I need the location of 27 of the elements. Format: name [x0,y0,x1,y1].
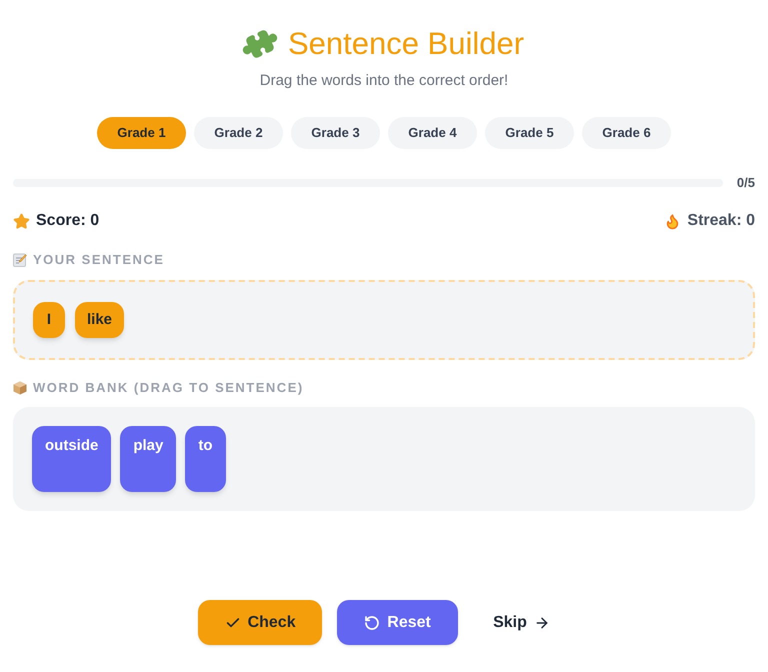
reset-button[interactable]: Reset [337,600,458,645]
grade-tab[interactable]: Grade 2 [194,117,283,149]
sentence-drop-zone[interactable]: I like [13,280,755,360]
grade-tab[interactable]: Grade 6 [582,117,671,149]
star-icon [13,212,30,230]
word-tile[interactable]: outside [32,426,112,492]
word-tile[interactable]: to [185,426,226,492]
reset-icon [364,614,380,630]
word-chip[interactable]: like [75,302,124,338]
word-chip[interactable]: I [33,302,65,338]
app-title: Sentence Builder [288,26,524,62]
grade-tab[interactable]: Grade 1 [97,117,186,149]
memo-icon [13,253,27,267]
check-button[interactable]: Check [198,600,322,645]
streak-text: Streak: 0 [687,211,755,231]
score-text: Score: 0 [36,211,100,231]
grade-tab[interactable]: Grade 3 [291,117,380,149]
grade-tab[interactable]: Grade 5 [485,117,574,149]
section-label: YOUR SENTENCE [33,251,164,270]
arrow-right-icon [534,614,550,630]
word-tile[interactable]: play [120,426,176,492]
subtitle: Drag the words into the correct order! [258,71,510,91]
grade-tab[interactable]: Grade 4 [388,117,477,149]
package-icon [13,381,27,395]
progress-count: 0/5 [736,174,755,192]
skip-button[interactable]: Skip [473,600,570,645]
section-label: WORD BANK (DRAG TO SENTENCE) [33,379,304,398]
